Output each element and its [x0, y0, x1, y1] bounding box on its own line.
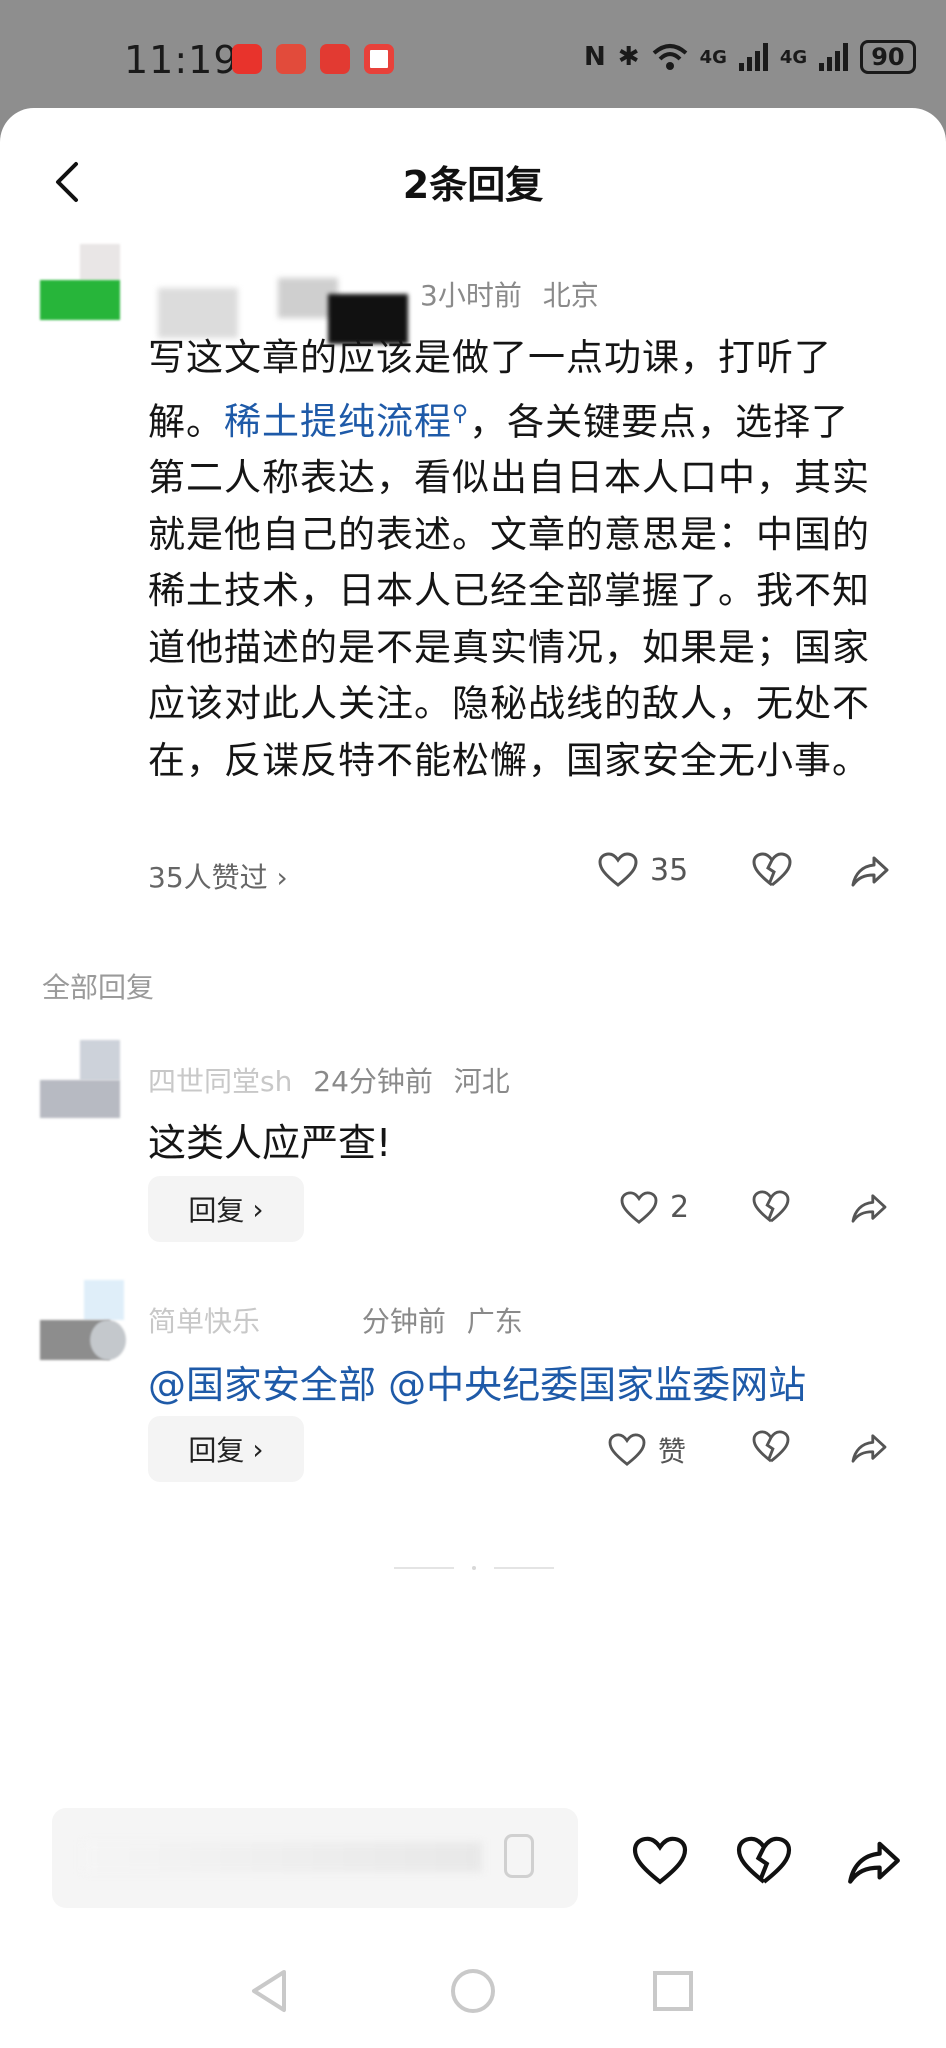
share-icon[interactable] — [846, 1838, 902, 1886]
chevron-right-icon: › — [252, 1192, 264, 1226]
nfc-icon: N — [584, 42, 606, 72]
reply-time: 24分钟前 — [313, 1065, 433, 1098]
reply-1-meta: 四世同堂sh 24分钟前 河北 — [148, 1060, 522, 1100]
reply-location: 广东 — [466, 1305, 523, 1338]
like-button[interactable]: 2 — [620, 1190, 689, 1225]
status-app-icons — [232, 44, 394, 74]
like-button[interactable]: 35 — [598, 852, 688, 888]
battery-indicator: 90 — [860, 40, 916, 74]
reply-2-text: @国家安全部 @中央纪委国家监委网站 — [148, 1354, 806, 1409]
search-link-label: 稀土提纯流程 — [224, 399, 452, 443]
reply-button-label: 回复 — [188, 1194, 245, 1227]
chevron-right-icon: › — [252, 1432, 264, 1466]
share-button[interactable] — [850, 854, 890, 888]
end-of-list-divider — [394, 1566, 554, 1570]
share-icon — [850, 1192, 888, 1224]
signal-bars-icon — [738, 43, 768, 71]
all-replies-label: 全部回复 — [42, 971, 155, 1004]
wifi-icon — [652, 44, 687, 70]
sheet-header: 2条回复 — [0, 108, 946, 256]
status-indicators: N ✱ 4G 4G 90 — [584, 40, 916, 74]
reply-2-avatar[interactable] — [40, 1280, 126, 1360]
reply-1-text: 这类人应严查! — [148, 1121, 392, 1165]
likers-link[interactable]: 35人赞过 › — [148, 856, 288, 896]
bottom-action-bar — [0, 1808, 946, 1928]
bluetooth-icon: ✱ — [617, 42, 640, 72]
heart-icon — [620, 1190, 658, 1225]
app-notification-icon — [276, 44, 306, 74]
like-button[interactable]: 赞 — [608, 1430, 686, 1470]
heart-icon — [598, 852, 638, 888]
heart-icon — [608, 1433, 646, 1467]
reply-button-label: 回复 — [188, 1434, 245, 1467]
nav-back-icon[interactable] — [248, 1968, 290, 2014]
reply-time: 分钟前 — [361, 1305, 446, 1338]
status-bar: 11:19 N ✱ 4G 4G 90 — [0, 0, 946, 110]
reply-1-avatar[interactable] — [40, 1040, 120, 1120]
broken-heart-icon — [752, 1430, 790, 1464]
dislike-button[interactable] — [752, 852, 792, 888]
mention-link[interactable]: @国家安全部 — [148, 1363, 376, 1407]
nav-recents-icon[interactable] — [652, 1970, 694, 2012]
reply-button[interactable]: 回复 › — [148, 1416, 304, 1482]
app-notification-icon — [364, 44, 394, 74]
app-notification-icon — [320, 44, 350, 74]
reply-button[interactable]: 回复 › — [148, 1176, 304, 1242]
share-icon — [850, 1432, 888, 1464]
replies-sheet: 2条回复 3小时前 北京 写这文章的应该是做了一点功课，打听了解。稀土提纯流程⚲… — [0, 108, 946, 2048]
share-button[interactable] — [850, 1192, 888, 1224]
like-count: 35 — [650, 852, 689, 888]
reply-username[interactable]: 四世同堂sh — [148, 1065, 292, 1098]
comment-location: 北京 — [542, 279, 599, 312]
reply-2-meta: 简单快乐 分钟前 广东 — [148, 1300, 535, 1340]
like-label: 赞 — [658, 1435, 687, 1468]
dislike-button[interactable] — [752, 1430, 790, 1464]
signal-bars-icon — [819, 43, 849, 71]
broken-heart-icon[interactable] — [736, 1836, 792, 1886]
reply-location: 河北 — [453, 1065, 510, 1098]
search-icon: ⚲ — [452, 401, 470, 427]
dislike-button[interactable] — [752, 1190, 790, 1224]
network-label-2: 4G — [779, 46, 808, 68]
main-comment-meta: 3小时前 北京 — [420, 274, 611, 314]
page-title: 2条回复 — [402, 163, 544, 207]
main-comment-avatar[interactable] — [40, 244, 120, 324]
comment-text-part: ，各关键要点，选择了第二人称表达，看似出自日本人口中，其实就是他自己的表述。文章… — [148, 399, 870, 782]
reply-input[interactable] — [52, 1808, 578, 1908]
broken-heart-icon — [752, 1190, 790, 1224]
chevron-right-icon: › — [276, 861, 288, 894]
nav-home-icon[interactable] — [450, 1968, 496, 2014]
share-button[interactable] — [850, 1432, 888, 1464]
heart-icon[interactable] — [632, 1836, 688, 1886]
like-count: 2 — [670, 1190, 690, 1225]
main-comment-text: 写这文章的应该是做了一点功课，打听了解。稀土提纯流程⚲，各关键要点，选择了第二人… — [148, 330, 878, 789]
system-nav-bar — [0, 1968, 946, 2048]
broken-heart-icon — [752, 852, 792, 888]
emoji-icon[interactable] — [504, 1834, 534, 1878]
likers-label: 35人赞过 — [148, 861, 268, 894]
search-link[interactable]: 稀土提纯流程⚲ — [224, 400, 469, 443]
mention-link[interactable]: @中央纪委国家监委网站 — [388, 1363, 806, 1407]
network-label-1: 4G — [699, 46, 727, 68]
comment-time: 3小时前 — [420, 279, 522, 312]
status-time: 11:19 — [124, 38, 239, 82]
share-icon — [850, 854, 890, 888]
reply-username[interactable]: 简单快乐 — [148, 1305, 260, 1338]
app-notification-icon — [232, 44, 262, 74]
